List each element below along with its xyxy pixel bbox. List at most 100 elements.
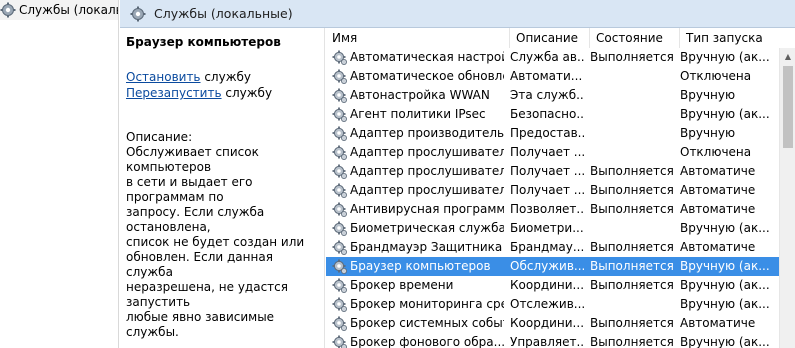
service-row[interactable]: Автоматическая настройк... Служба ав... Вы… (326, 48, 779, 67)
column-header-description-label: Описание (516, 31, 579, 45)
service-gear-icon (332, 240, 348, 256)
service-gear-icon (332, 164, 348, 180)
service-name-cell: Брокер мониторинга сред... (326, 295, 504, 314)
services-list: ^ Имя Описание Состояние Тип запуска Авт… (326, 28, 795, 348)
service-name: Биометрическая служба ... (350, 221, 504, 235)
service-name: Адаптер производительн... (350, 126, 504, 140)
service-row[interactable]: Брокер системных событий Координи... Выпол… (326, 314, 779, 333)
service-row[interactable]: Брокер мониторинга сред... Отслежив... Вру… (326, 295, 779, 314)
service-actions: Остановить службу Перезапустить службу (126, 69, 324, 101)
service-description: Отслежив... (510, 297, 584, 311)
service-name: Адаптер прослушивателя ... (350, 183, 504, 197)
service-description: Обслужив... (510, 259, 584, 273)
service-name: Брандмауэр Защитника W... (350, 240, 504, 254)
service-row[interactable]: Адаптер прослушивателя ... Получает ... От… (326, 143, 779, 162)
service-description: Эта служб... (510, 88, 584, 102)
service-gear-icon (332, 50, 348, 66)
service-gear-icon (332, 88, 348, 104)
service-row[interactable]: Агент политики IPsec Безопасно... Вручную … (326, 105, 779, 124)
service-startup-type: Автоматиче (680, 240, 756, 254)
service-startup-type: Автоматиче (680, 316, 756, 330)
service-startup-type: Вручную (ак... (680, 335, 769, 348)
column-header-state-label: Состояние (596, 31, 663, 45)
service-gear-icon (332, 202, 348, 218)
scroll-up-icon[interactable]: ▲ (780, 48, 795, 65)
service-row[interactable]: Брокер времени Координи... Выполняется Вруч… (326, 276, 779, 295)
tree-item-services-local[interactable]: Службы (локалы (0, 0, 118, 20)
service-startup-type: Вручную (ак... (680, 107, 769, 121)
service-startup-type: Вручную (ак... (680, 50, 769, 64)
service-state (584, 143, 674, 162)
service-name-cell: Биометрическая служба ... (326, 219, 504, 238)
vertical-scrollbar[interactable]: ▲ (779, 48, 795, 348)
service-name-cell: Автонастройка WWAN (326, 86, 504, 105)
service-name-cell: Брокер системных событий (326, 314, 504, 333)
service-state: Выполняется (590, 316, 674, 330)
service-startup-type: Автоматиче (680, 202, 756, 216)
service-row[interactable]: Браузер компьютеров Обслужив... Выполняетс… (326, 257, 779, 276)
service-name: Автоматическая настройк... (350, 50, 504, 64)
service-gear-icon (332, 297, 348, 313)
service-gear-icon (332, 259, 348, 275)
description-pane: Браузер компьютеров Остановить службу Пе… (120, 28, 325, 348)
services-header: Службы (локальные) (120, 0, 795, 28)
column-headers: ^ Имя Описание Состояние Тип запуска (326, 28, 795, 48)
service-description: Координи... (510, 278, 584, 292)
selected-service-title: Браузер компьютеров (126, 35, 281, 49)
service-row[interactable]: Автоматическое обновле... Автомати... Откл… (326, 67, 779, 86)
service-row[interactable]: Адаптер прослушивателя ... Получает ... Вы… (326, 162, 779, 181)
restart-service-link[interactable]: Перезапустить (126, 86, 222, 100)
service-row[interactable]: Автонастройка WWAN Эта служб... Вручную (326, 86, 779, 105)
tree-item-label: Службы (локалы (19, 3, 119, 17)
service-name-cell: Автоматическое обновле... (326, 67, 504, 86)
service-gear-icon (332, 107, 348, 123)
service-description: Автомати... (510, 69, 583, 83)
service-state: Выполняется (590, 164, 674, 178)
service-row[interactable]: Биометрическая служба ... Биометри... Вруч… (326, 219, 779, 238)
tree-pane: Службы (локалы (0, 0, 119, 348)
service-row[interactable]: Брандмауэр Защитника W... Брандмау... Выпо… (326, 238, 779, 257)
service-state: Выполняется (590, 259, 674, 273)
stop-suffix: службу (200, 70, 252, 84)
main-area: Службы (локальные) Браузер компьютеров О… (120, 0, 795, 348)
service-name: Автонастройка WWAN (350, 88, 490, 102)
service-description: Управляет... (510, 335, 584, 348)
service-startup-type: Вручную (ак... (680, 221, 769, 235)
service-description: Биометри... (510, 221, 584, 235)
service-name-cell: Браузер компьютеров (326, 257, 504, 276)
service-row[interactable]: Адаптер прослушивателя ... Получает ... Вы… (326, 181, 779, 200)
column-header-name-label: Имя (332, 31, 358, 45)
service-row[interactable]: Брокер фонового обра... Управляет... Выпол… (326, 333, 779, 348)
service-name: Автоматическое обновле... (350, 69, 504, 83)
service-name: Брокер фонового обра... (350, 335, 504, 348)
service-startup-type: Автоматиче (680, 164, 756, 178)
service-gear-icon (332, 183, 348, 199)
service-row[interactable]: Адаптер производительн... Предостав... Вру… (326, 124, 779, 143)
column-header-state[interactable]: Состояние (590, 28, 680, 48)
service-state: Выполняется (590, 202, 674, 216)
service-state (584, 67, 674, 86)
service-name-cell: Адаптер прослушивателя ... (326, 181, 504, 200)
service-startup-type: Вручную (680, 88, 736, 102)
service-name: Адаптер прослушивателя ... (350, 145, 504, 159)
service-row[interactable]: Антивирусная программа ... Позволяет... Вы… (326, 200, 779, 219)
column-header-name[interactable]: ^ Имя (326, 28, 510, 48)
column-header-startup[interactable]: Тип запуска (680, 28, 775, 48)
scrollbar-thumb[interactable] (783, 66, 793, 148)
column-header-startup-label: Тип запуска (686, 31, 763, 45)
service-name-cell: Агент политики IPsec (326, 105, 504, 124)
service-description: Брандмау... (510, 240, 584, 254)
service-state (584, 86, 674, 105)
service-name-cell: Брандмауэр Защитника W... (326, 238, 504, 257)
service-name: Брокер системных событий (350, 316, 504, 330)
service-startup-type: Вручную (ак... (680, 278, 769, 292)
description-label: Описание: (126, 130, 193, 144)
service-startup-type: Отключена (680, 145, 752, 159)
column-header-description[interactable]: Описание (510, 28, 590, 48)
service-description: Получает ... (510, 183, 584, 197)
service-name: Антивирусная программа ... (350, 202, 504, 216)
stop-service-link[interactable]: Остановить (126, 70, 201, 84)
service-description: Служба ав... (510, 50, 584, 64)
service-rows: Автоматическая настройк... Служба ав... Вы… (326, 48, 779, 348)
service-name-cell: Антивирусная программа ... (326, 200, 504, 219)
